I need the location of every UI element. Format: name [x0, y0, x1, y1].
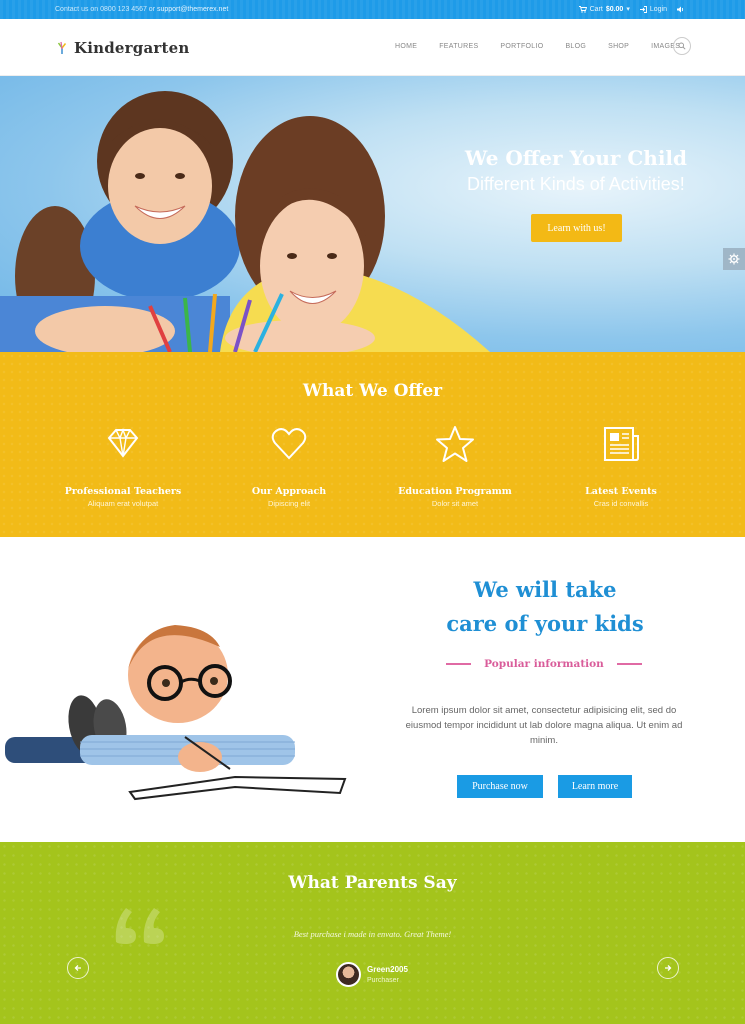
contact-info: Contact us on 0800 123 4567 or support@t… [55, 6, 228, 13]
care-title-line-2: care of your kids [446, 611, 644, 636]
boy-with-glasses-image [5, 625, 347, 801]
search-icon [678, 42, 686, 50]
learn-with-us-button[interactable]: Learn with us! [531, 214, 622, 242]
care-subtitle-text: Popular information [484, 658, 604, 670]
newspaper-icon [604, 427, 639, 461]
offer-item-subtitle: Cras id convallis [593, 499, 649, 508]
offer-item-title: Our Approach [251, 486, 327, 497]
offer-item[interactable]: Latest Events Cras id convallis [546, 424, 696, 508]
search-button[interactable] [673, 37, 691, 55]
offer-item-subtitle: Dolor sit amet [431, 499, 479, 508]
offer-item-title: Professional Teachers [64, 486, 182, 497]
nav-home[interactable]: HOME [395, 43, 417, 50]
care-paragraph: Lorem ipsum dolor sit amet, consectetur … [405, 705, 683, 746]
author-role: Purchaser [367, 977, 399, 984]
nav-portfolio[interactable]: PORTFOLIO [500, 43, 543, 50]
care-title: We will take care of your kids [440, 573, 650, 641]
offer-item-title: Latest Events [585, 486, 657, 497]
main-nav: HOME FEATURES PORTFOLIO BLOG SHOP IMAGES [395, 43, 702, 50]
top-bar-actions: Cart $0.00 ▾ Login [578, 5, 685, 13]
diamond-icon [107, 428, 139, 458]
avatar [336, 962, 361, 987]
arrow-left-icon [74, 965, 81, 971]
care-section: We will take care of your kids Popular i… [0, 537, 745, 842]
purchase-now-button[interactable]: Purchase now [457, 775, 543, 798]
hero-children-image [0, 91, 490, 352]
prev-testimonial-button[interactable] [67, 957, 89, 979]
next-testimonial-button[interactable] [657, 957, 679, 979]
hero-subtitle: Different Kinds of Activities! [467, 174, 685, 194]
contact-text: Contact us on 0800 123 4567 or [55, 6, 157, 13]
login-label: Login [649, 5, 667, 13]
offer-section: What We Offer Professional Teachers Aliq… [0, 352, 745, 537]
settings-toggle[interactable] [723, 248, 745, 270]
cart-icon [578, 5, 587, 13]
nav-shop[interactable]: SHOP [608, 43, 629, 50]
testimonials-title: What Parents Say [288, 873, 457, 893]
hero-title: We Offer Your Child [464, 146, 687, 170]
cart-link[interactable]: Cart $0.00 ▾ [578, 5, 630, 13]
learn-more-button[interactable]: Learn more [558, 775, 632, 798]
nav-blog[interactable]: BLOG [565, 43, 586, 50]
offer-item-subtitle: Aliquam erat volutpat [87, 499, 159, 508]
offer-title: What We Offer [302, 381, 443, 401]
offer-item[interactable]: Our Approach Dipiscing elit [214, 424, 364, 508]
offer-item[interactable]: Professional Teachers Aliquam erat volut… [48, 424, 198, 508]
offer-item-title: Education Programm [398, 486, 512, 497]
gear-icon [728, 253, 740, 265]
logo-hand-icon [57, 41, 67, 54]
offer-item-subtitle: Dipiscing elit [267, 499, 311, 508]
arrow-right-icon [665, 965, 672, 971]
site-header: Kindergarten HOME FEATURES PORTFOLIO BLO… [0, 19, 745, 76]
offer-item[interactable]: Education Programm Dolor sit amet [380, 424, 530, 508]
logo[interactable]: Kindergarten [56, 39, 189, 57]
top-bar: Contact us on 0800 123 4567 or support@t… [0, 0, 745, 19]
login-icon [639, 5, 647, 13]
care-subtitle: Popular information [446, 658, 642, 670]
author-name: Green2005 [367, 965, 408, 974]
cart-amount: $0.00 [605, 5, 624, 13]
testimonial-quote: Best purchase i made in envato. Great Th… [293, 929, 452, 939]
nav-features[interactable]: FEATURES [439, 43, 478, 50]
login-link[interactable]: Login [639, 5, 667, 13]
heart-icon [271, 428, 307, 460]
star-icon [436, 426, 474, 462]
testimonial-author: Green2005 Purchaser [336, 962, 408, 987]
divider-line [616, 663, 642, 665]
divider-line [446, 663, 471, 665]
care-title-line-1: We will take [473, 577, 617, 602]
chevron-down-icon: ▾ [626, 6, 630, 13]
testimonials-section: What Parents Say Best purchase i made in… [0, 842, 745, 1024]
sound-icon[interactable] [677, 6, 685, 13]
logo-text: Kindergarten [74, 39, 190, 57]
hero-slider: We Offer Your Child Different Kinds of A… [0, 76, 745, 352]
hero-text: We Offer Your Child Different Kinds of A… [465, 146, 687, 195]
cart-label: Cart [589, 5, 603, 13]
contact-email-link[interactable]: support@themerex.net [157, 6, 228, 13]
